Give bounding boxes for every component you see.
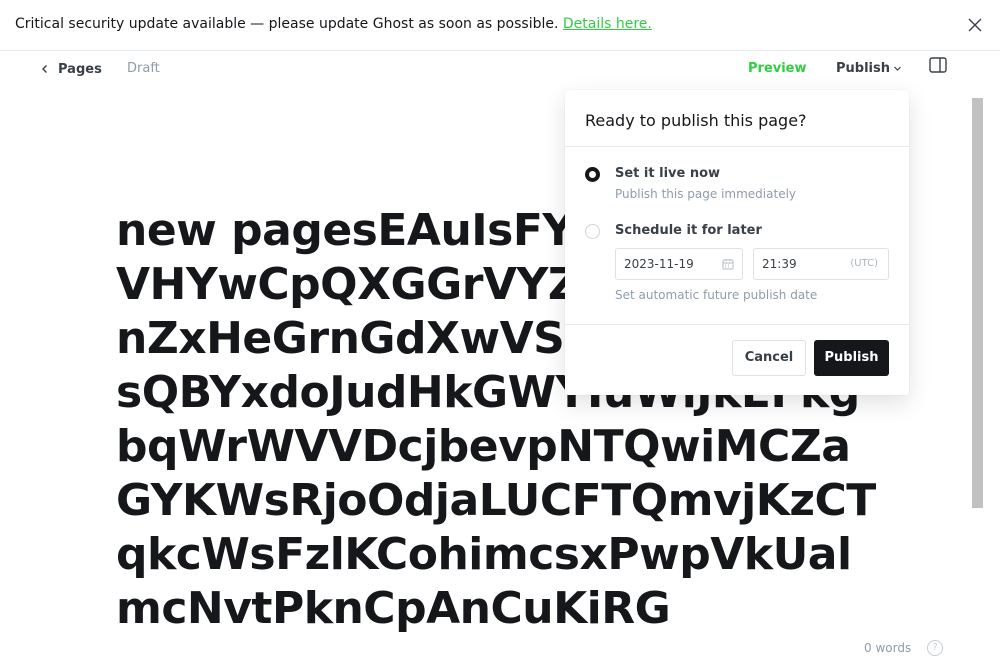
publish-menu-label: Publish — [836, 61, 890, 76]
preview-button[interactable]: Preview — [748, 61, 807, 76]
timezone-label: (UTC) — [850, 258, 878, 269]
divider — [565, 324, 909, 325]
cancel-button[interactable]: Cancel — [732, 340, 806, 376]
schedule-time-input[interactable]: 21:39 (UTC) — [753, 248, 889, 280]
help-button[interactable]: ? — [927, 640, 943, 656]
popover-title: Ready to publish this page? — [585, 111, 807, 130]
close-icon[interactable] — [966, 16, 984, 34]
word-count: 0 words — [864, 641, 912, 655]
schedule-date-input[interactable]: 2023-11-19 — [615, 248, 743, 280]
date-value: 2023-11-19 — [624, 257, 694, 271]
divider — [565, 146, 909, 147]
back-to-pages-button[interactable]: Pages — [40, 60, 102, 78]
set-live-now-radio[interactable] — [585, 167, 600, 182]
publish-popover: Ready to publish this page? Set it live … — [565, 90, 909, 395]
chevron-down-icon — [894, 66, 901, 71]
banner-message: Critical security update available — ple… — [15, 16, 563, 32]
schedule-description: Set automatic future publish date — [615, 288, 818, 302]
time-value: 21:39 — [762, 257, 797, 271]
set-live-now-description: Publish this page immediately — [615, 187, 797, 201]
security-banner: Critical security update available — ple… — [0, 0, 1000, 51]
calendar-icon[interactable] — [722, 258, 734, 270]
schedule-later-label[interactable]: Schedule it for later — [615, 223, 762, 238]
post-status: Draft — [127, 61, 160, 76]
schedule-later-radio[interactable] — [585, 224, 600, 239]
set-live-now-label[interactable]: Set it live now — [615, 166, 720, 181]
banner-details-link[interactable]: Details here. — [563, 16, 652, 32]
back-label: Pages — [58, 61, 102, 77]
chevron-left-icon — [42, 65, 47, 73]
scrollbar[interactable] — [972, 98, 983, 508]
publish-button[interactable]: Publish — [814, 340, 889, 376]
publish-menu-button[interactable]: Publish — [836, 61, 902, 76]
sidebar-toggle-icon[interactable] — [929, 57, 947, 73]
banner-text: Critical security update available — ple… — [15, 16, 652, 32]
